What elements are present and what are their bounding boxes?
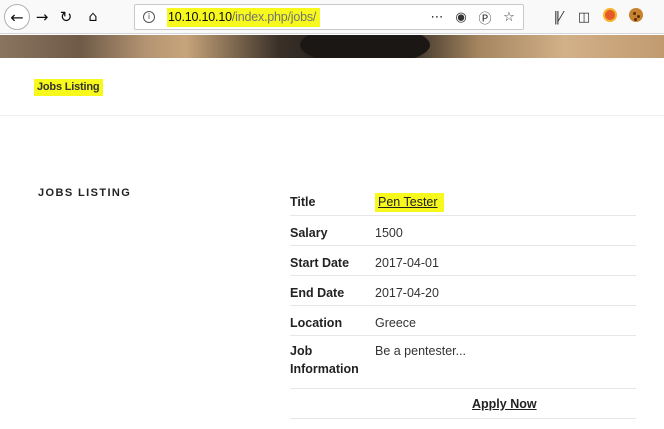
- job-title-link[interactable]: Pen Tester: [375, 193, 444, 212]
- job-details-table: Title Pen Tester Salary 1500 Start Date …: [290, 186, 636, 419]
- end-date-label: End Date: [290, 286, 345, 300]
- job-information-label: Job Information: [290, 344, 359, 376]
- start-date-value: 2017-04-01: [375, 256, 439, 270]
- apply-now-link[interactable]: Apply Now: [472, 397, 537, 411]
- section-heading: Jobs Listing: [38, 187, 132, 199]
- toolbar-right-icons: ‖⁄ ◫: [550, 8, 644, 26]
- location-value: Greece: [375, 316, 416, 330]
- header-image-cup: [300, 35, 430, 58]
- location-label: Location: [290, 316, 343, 330]
- table-row-job-information: Job Information Be a pentester...: [290, 336, 636, 389]
- forward-arrow-icon[interactable]: →: [33, 5, 51, 29]
- table-row-salary: Salary 1500: [290, 216, 636, 246]
- cookie-icon[interactable]: [628, 8, 644, 26]
- salary-label: Salary: [290, 226, 328, 240]
- start-date-label: Start Date: [290, 256, 350, 270]
- table-row-apply: Apply Now: [290, 389, 636, 419]
- url-path: /index.php/jobs/: [231, 9, 317, 24]
- salary-value: 1500: [375, 226, 403, 240]
- browser-toolbar: ← → ↻ ⌂ i 10.10.10.10/index.php/jobs/ ⋯ …: [0, 0, 664, 34]
- title-value-cell: Pen Tester: [375, 186, 636, 212]
- url-actions: ⋯ ◉ Ⓟ ☆: [429, 8, 517, 27]
- site-navigation: Jobs Listing: [0, 58, 664, 116]
- url-text[interactable]: 10.10.10.10/index.php/jobs/: [167, 7, 321, 27]
- home-icon[interactable]: ⌂: [83, 5, 103, 29]
- back-arrow-icon[interactable]: ←: [4, 4, 30, 30]
- reload-icon[interactable]: ↻: [57, 5, 75, 29]
- header-image: [0, 35, 664, 58]
- url-host: 10.10.10.10: [168, 9, 232, 24]
- ellipsis-icon[interactable]: ⋯: [429, 10, 445, 25]
- job-information-value: Be a pentester...: [375, 344, 467, 358]
- sidebar-icon[interactable]: ◫: [576, 10, 592, 25]
- end-date-value: 2017-04-20: [375, 286, 439, 300]
- address-bar[interactable]: i 10.10.10.10/index.php/jobs/ ⋯ ◉ Ⓟ ☆: [134, 4, 524, 30]
- info-icon[interactable]: i: [143, 11, 155, 23]
- library-icon[interactable]: ‖⁄: [550, 10, 566, 25]
- extension-icon[interactable]: [602, 8, 618, 26]
- title-label: Title: [290, 195, 316, 209]
- table-row-location: Location Greece: [290, 306, 636, 336]
- table-row-title: Title Pen Tester: [290, 186, 636, 216]
- star-icon[interactable]: ☆: [501, 10, 517, 25]
- table-row-start-date: Start Date 2017-04-01: [290, 246, 636, 276]
- table-row-end-date: End Date 2017-04-20: [290, 276, 636, 306]
- pocket-icon[interactable]: ◉: [453, 10, 469, 25]
- wordpress-icon[interactable]: Ⓟ: [477, 8, 493, 27]
- nav-link-jobs-listing[interactable]: Jobs Listing: [34, 79, 104, 96]
